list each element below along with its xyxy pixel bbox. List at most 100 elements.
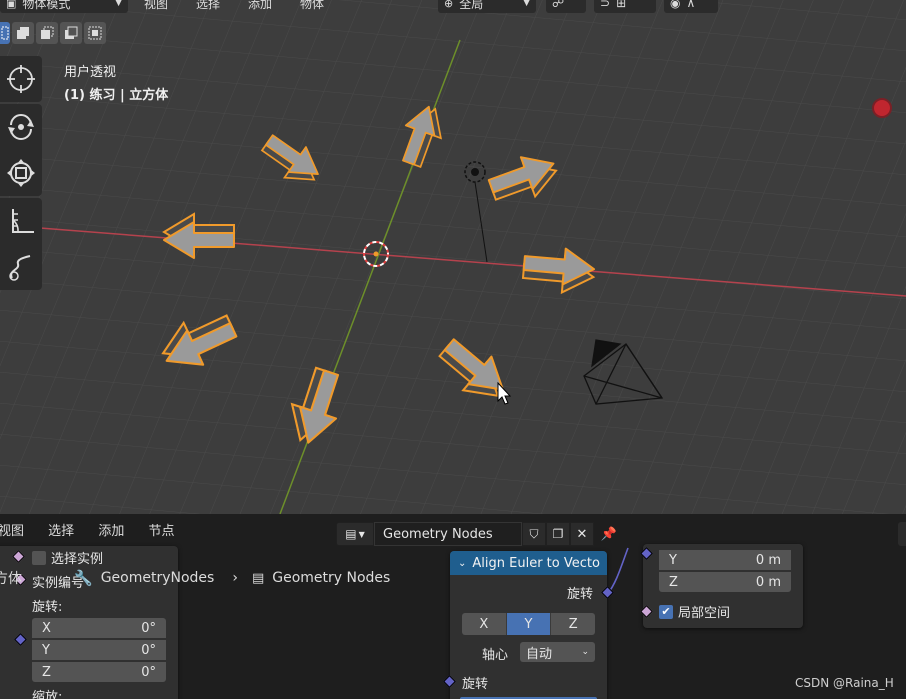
chevron-down-icon: ▼ — [115, 0, 122, 8]
select-set-button[interactable] — [0, 22, 10, 44]
view-perspective-label: 用户透视 — [64, 65, 117, 80]
snap-dropdown[interactable]: ⊃ ⊞ — [594, 0, 656, 13]
scale-tool-button[interactable] — [0, 150, 42, 196]
wrench-icon: 🔧 — [74, 569, 93, 587]
active-collection-label: (1) 练习 | 立方体 — [64, 88, 169, 103]
menu-object[interactable]: 物体 — [300, 0, 324, 12]
selection-mode-group — [0, 22, 106, 44]
proportional-icon: ◉ — [670, 0, 681, 10]
select-box-icon — [1, 26, 9, 40]
pivot-axis-dropdown[interactable]: 自动 ⌄ — [520, 642, 595, 662]
select-instance-label: 选择实例 — [51, 552, 104, 567]
fake-user-button[interactable]: ⛉ — [522, 522, 546, 546]
menu-view[interactable]: 视图 — [144, 0, 168, 12]
translation-y-field[interactable]: Y 0 m — [659, 550, 791, 570]
annotate-tool-button[interactable] — [0, 244, 42, 290]
orientation-icon: ⊕ — [444, 0, 454, 10]
translation-z-field[interactable]: Z 0 m — [659, 572, 791, 592]
breadcrumb-tree[interactable]: Geometry Nodes — [272, 570, 390, 586]
local-space-row: ✔ 局部空间 — [659, 602, 730, 621]
mode-dropdown[interactable]: ▣ 物体模式 ▼ — [0, 0, 128, 13]
select-instance-socket[interactable] — [12, 550, 25, 563]
ne-menu-node[interactable]: 节点 — [148, 524, 174, 539]
axis-x-button[interactable]: X — [462, 613, 507, 635]
unlink-button[interactable]: ✕ — [570, 522, 594, 546]
rotation-x-field[interactable]: X 0° — [32, 618, 166, 638]
align-euler-title: Align Euler to Vecto — [472, 555, 600, 571]
transform-orientation-dropdown[interactable]: ⊕ 全局 ▼ — [438, 0, 536, 13]
axis-z-button[interactable]: Z — [551, 613, 596, 635]
transform-node[interactable]: Y 0 m Z 0 m ✔ 局部空间 — [640, 544, 803, 628]
select-intersect-button[interactable] — [84, 22, 106, 44]
menu-select[interactable]: 选择 — [196, 0, 220, 12]
rotation-output-label: 旋转 — [566, 587, 593, 602]
node-editor-menu: 视图 选择 添加 节点 — [0, 520, 194, 539]
breadcrumb: 方体 🔧 GeometryNodes › ▤ Geometry Nodes — [0, 568, 390, 588]
subtract-icon — [41, 26, 54, 39]
measure-icon — [12, 209, 34, 233]
sidebar-toggle[interactable] — [898, 522, 906, 546]
align-euler-header[interactable]: ⌄ Align Euler to Vecto — [450, 551, 607, 575]
annotate-icon — [9, 255, 31, 281]
select-difference-button[interactable] — [60, 22, 82, 44]
local-space-socket[interactable] — [640, 605, 653, 618]
watermark: CSDN @Raina_H — [795, 676, 894, 690]
difference-icon — [65, 26, 78, 39]
grid-snap-icon: ⊞ — [616, 0, 627, 10]
node-tree-icon: ▤ — [345, 527, 357, 541]
rotation-z-field[interactable]: Z 0° — [32, 662, 166, 682]
scale-label: 缩放: — [32, 690, 63, 699]
intersect-icon — [88, 26, 102, 40]
pin-button[interactable]: 📌 — [594, 522, 624, 546]
node-tree-selector: ▤ ▼ Geometry Nodes ⛉ ❐ ✕ 📌 — [336, 522, 624, 546]
local-space-checkbox[interactable]: ✔ — [659, 604, 673, 619]
chevron-down-icon: ▼ — [358, 529, 365, 539]
rotation-input-label: 旋转 — [462, 677, 489, 692]
falloff-icon: ∧ — [686, 0, 696, 10]
align-euler-node[interactable]: ⌄ Align Euler to Vecto 旋转 X Y Z 轴心 自动 ⌄ … — [443, 551, 614, 699]
viewport-overlay-info: 用户透视 (1) 练习 | 立方体 — [64, 61, 168, 107]
viewport-header-center: ⊕ 全局 ▼ ☍ ⊃ ⊞ ◉ ∧ — [438, 0, 718, 14]
cursor-tool-icon — [7, 65, 35, 93]
chevron-down-icon: ▼ — [523, 0, 530, 8]
translation-input-socket[interactable] — [640, 547, 653, 560]
proportional-edit-dropdown[interactable]: ◉ ∧ — [664, 0, 718, 13]
menu-add[interactable]: 添加 — [248, 0, 272, 12]
3d-viewport[interactable]: ▣ 物体模式 ▼ 视图 选择 添加 物体 ⊕ 全局 ▼ ☍ ⊃ ⊞ ◉ ∧ 用户… — [0, 0, 906, 514]
translation-y-value: 0 m — [755, 552, 781, 568]
chevron-down-icon: ⌄ — [458, 557, 467, 569]
rotation-y-value: 0° — [141, 642, 156, 658]
select-subtract-button[interactable] — [36, 22, 58, 44]
pivot-dropdown[interactable]: ☍ — [546, 0, 586, 13]
rotate-tool-button[interactable] — [0, 104, 42, 150]
rotation-vector-fields: X 0° Y 0° Z 0° — [32, 618, 166, 682]
translation-y-label: Y — [669, 552, 677, 568]
node-editor[interactable]: 视图 选择 添加 节点 ▤ ▼ Geometry Nodes ⛉ ❐ ✕ 📌 选… — [0, 514, 906, 699]
rotation-label: 旋转: — [32, 600, 63, 615]
chevron-right-icon: › — [232, 570, 238, 586]
axis-y-button[interactable]: Y — [506, 613, 552, 635]
ne-menu-select[interactable]: 选择 — [48, 524, 74, 539]
breadcrumb-modifier[interactable]: GeometryNodes — [101, 570, 215, 586]
breadcrumb-object[interactable]: 方体 — [0, 568, 22, 588]
select-extend-button[interactable] — [12, 22, 34, 44]
node-tree-name-field[interactable]: Geometry Nodes — [374, 522, 522, 546]
shield-icon: ⛉ — [529, 526, 539, 541]
node-tree-browse-button[interactable]: ▤ ▼ — [336, 522, 374, 546]
chevron-down-icon: ⌄ — [581, 647, 589, 657]
ne-menu-add[interactable]: 添加 — [98, 524, 124, 539]
rotation-x-label: X — [42, 620, 51, 636]
cube-icon: ▣ — [6, 0, 17, 10]
close-icon: ✕ — [576, 526, 588, 542]
ne-menu-view[interactable]: 视图 — [0, 524, 24, 539]
toolbar-cursor-group — [0, 56, 42, 102]
select-instance-row: 选择实例 — [32, 548, 103, 567]
scale-icon — [7, 159, 35, 187]
cursor-tool-button[interactable] — [0, 56, 42, 102]
measure-tool-button[interactable] — [0, 198, 42, 244]
duplicate-button[interactable]: ❐ — [546, 522, 570, 546]
rotation-y-field[interactable]: Y 0° — [32, 640, 166, 660]
select-instance-checkbox[interactable] — [32, 550, 46, 565]
rotation-input-socket[interactable] — [14, 633, 27, 646]
record-icon[interactable] — [872, 98, 892, 118]
